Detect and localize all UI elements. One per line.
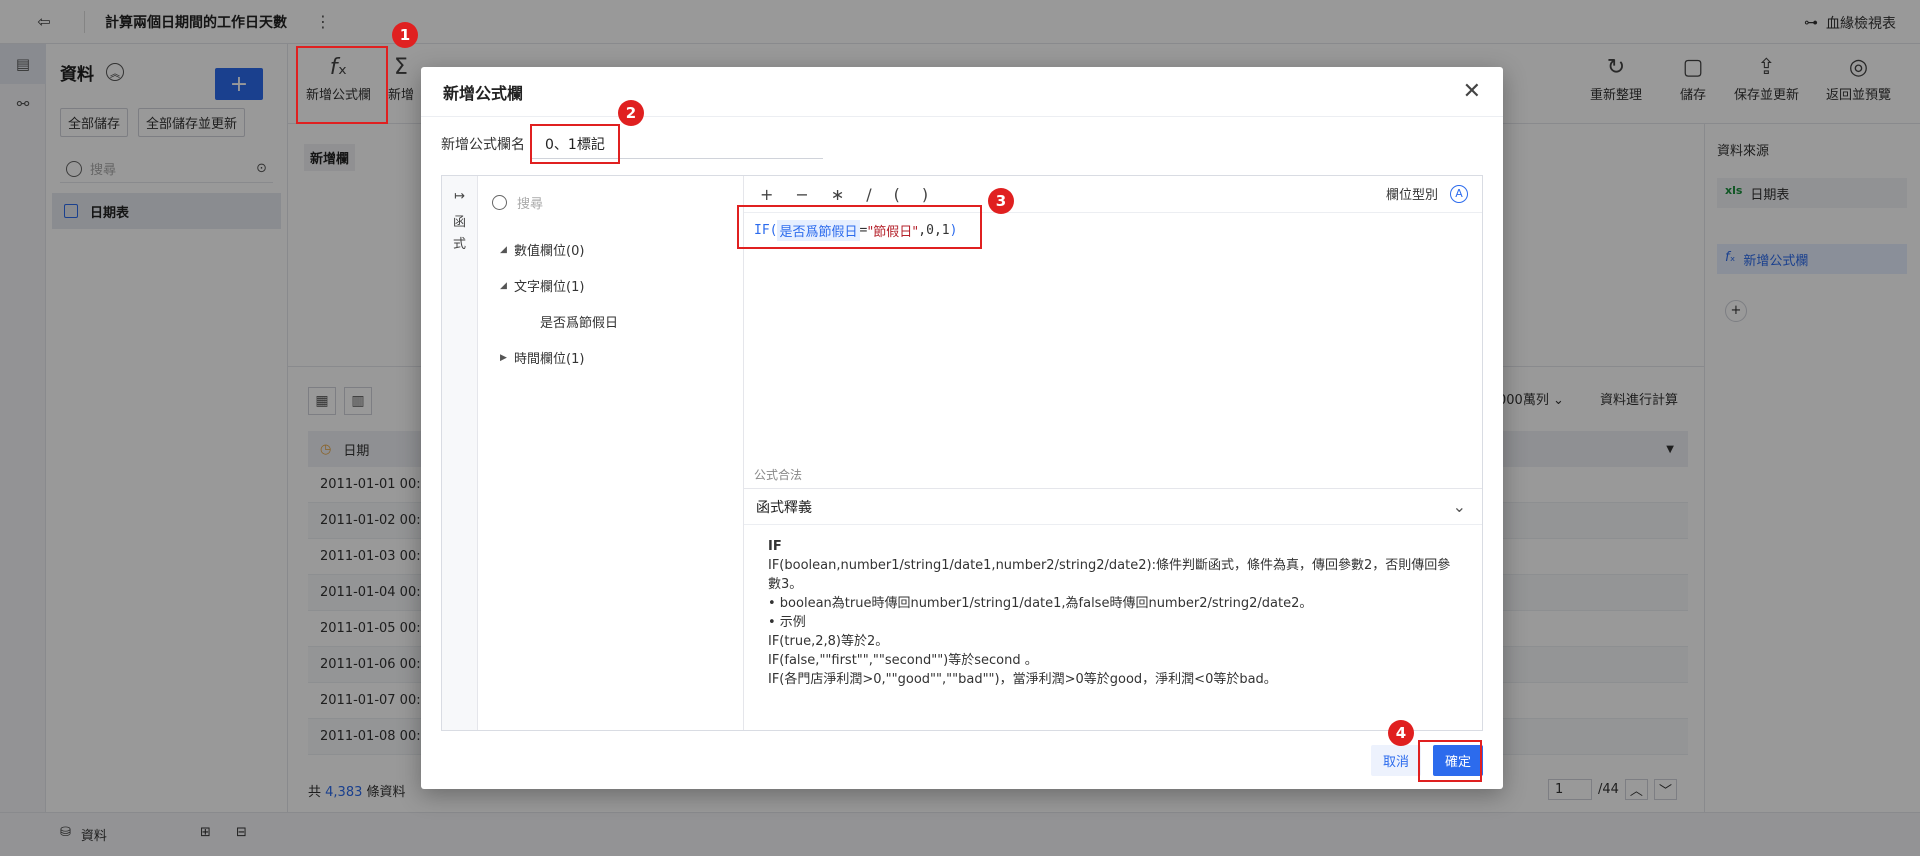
field-search-placeholder: 搜尋 [517,196,544,212]
definition-line: • 示例 [768,615,806,630]
search-icon [492,194,507,210]
step-badge: 3 [988,188,1014,214]
highlight-box [737,205,982,249]
tree-group-text[interactable]: ◢ 文字欄位(1) [500,276,584,295]
tree-label: 數值欄位(0) [514,244,585,259]
name-label: 新增公式欄名 [441,137,525,153]
definition-text: IF IF(boolean,number1/string1/date1,numb… [744,525,1482,701]
tree-label: 是否爲節假日 [540,316,619,331]
highlight-box [296,46,388,124]
cancel-button[interactable]: 取消 [1370,745,1421,776]
multiply-operator[interactable]: ∗ [831,185,844,204]
definition-line: IF(false,""first"",""second"")等於second 。 [768,653,1038,668]
minus-operator[interactable]: − [795,185,808,204]
step-badge: 1 [392,22,418,48]
step-badge: 2 [618,100,644,126]
tree-group-time[interactable]: ▶ 時間欄位(1) [500,348,584,367]
field-item-holiday[interactable]: 是否爲節假日 [540,312,618,331]
field-search-input[interactable]: 搜尋 [492,188,729,216]
expand-icon: ↦ [454,189,465,204]
chevron-down-icon: ⌄ [1452,497,1466,516]
collapsed-icon: ▶ [500,352,507,363]
definition-title: 函式釋義 [756,499,812,516]
close-paren-operator[interactable]: ) [922,185,928,204]
definition-header[interactable]: 函式釋義 ⌄ [744,489,1482,525]
step-badge: 4 [1388,720,1414,746]
definition-line: • boolean為true時傳回number1/string1/date1,為… [768,596,1313,611]
divide-operator[interactable]: / [866,185,871,204]
field-type-toggle[interactable]: 欄位型別 A [1386,184,1468,203]
highlight-box [530,124,620,164]
definition-line: IF(各門店淨利潤>0,""good"",""bad"")，當淨利潤>0等於go… [768,672,1277,687]
tree-group-numeric[interactable]: ◢ 數值欄位(0) [500,240,584,259]
dialog-title: 新增公式欄 [443,83,524,103]
function-panel-toggle[interactable]: ↦ 函式 [442,176,478,730]
formula-editor-area: ↦ 函式 搜尋 ◢ 數值欄位(0) ◢ 文字欄位(1) 是否爲節假日 ▶ 時間欄… [441,175,1483,731]
field-tree: 搜尋 ◢ 數值欄位(0) ◢ 文字欄位(1) 是否爲節假日 ▶ 時間欄位(1) [478,176,744,730]
field-type-label: 欄位型別 [1385,188,1438,203]
definition-line: IF [768,539,782,554]
definition-line: IF(true,2,8)等於2。 [768,634,889,649]
highlight-box [1418,740,1482,782]
tree-label: 文字欄位(1) [514,280,585,295]
function-label: 函式 [452,215,466,252]
expanded-icon: ◢ [500,280,507,291]
type-icon: A [1450,184,1468,203]
formula-valid-status: 公式合法 [754,468,803,482]
tree-label: 時間欄位(1) [514,352,585,367]
expanded-icon: ◢ [500,244,507,255]
open-paren-operator[interactable]: ( [894,185,900,204]
close-icon[interactable]: ✕ [1463,79,1481,104]
function-definition: 函式釋義 ⌄ IF IF(boolean,number1/string1/dat… [744,488,1482,730]
add-formula-dialog: 新增公式欄 ✕ 新增公式欄名 0、1標記 ↦ 函式 搜尋 ◢ 數值欄位(0) ◢… [421,67,1503,789]
plus-operator[interactable]: + [760,185,773,204]
definition-line: IF(boolean,number1/string1/date1,number2… [768,558,1451,592]
